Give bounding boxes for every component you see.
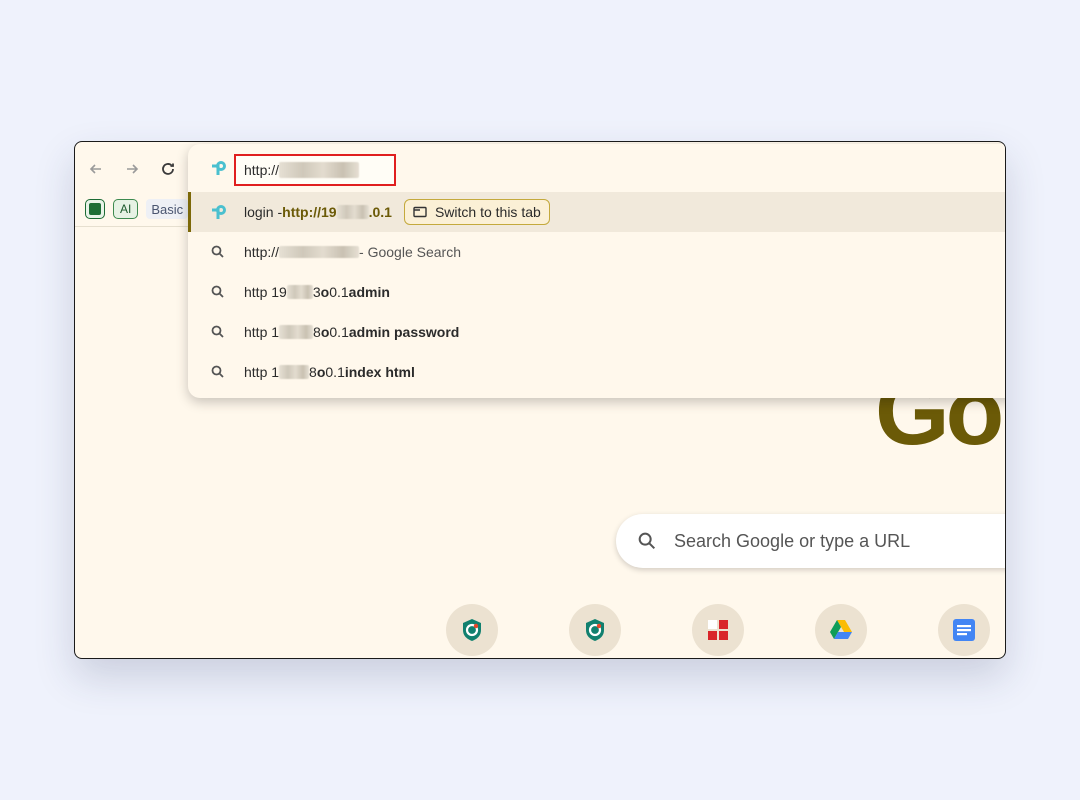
suggestion-text: http 1 [244,364,280,380]
suggestion-bold: admin password [348,324,460,340]
search-suggestion-icon [208,242,228,262]
suggestion-title: login - [244,204,283,220]
arrow-left-icon [89,164,101,174]
google-drive-icon [830,620,852,639]
forward-button[interactable] [119,156,145,182]
suggestion-row[interactable]: http:// - Google Search [188,232,1005,272]
tp-link-favicon [208,158,228,178]
omnibox-dropdown: http:// login - http://19 .0.1 Switch to… [188,144,1005,398]
tp-link-icon [212,205,226,219]
switch-to-tab-button[interactable]: Switch to this tab [403,199,550,225]
redacted-text [279,325,314,339]
redacted-text [279,162,360,178]
shortcut-tile[interactable] [938,604,990,656]
reload-icon [162,163,174,175]
shortcuts-row [75,604,1005,658]
redacted-text [336,205,369,219]
suggestion-text: http 1 [244,324,280,340]
selected-indicator [188,192,191,232]
red-grid-icon [708,620,728,640]
suggestion-url: http://19 [282,204,337,220]
search-suggestion-icon [208,282,228,302]
suggestion-tail: 0.1 [325,364,345,380]
redacted-text [279,246,360,258]
bookmark-green-square[interactable] [85,199,105,219]
suggestion-mid: 8 [309,364,317,380]
suggestion-mid: 3 [312,284,321,300]
suggestion-mid: 8 [313,324,321,340]
redacted-text [279,365,310,379]
url-input[interactable]: http:// [234,154,396,186]
search-icon [211,325,224,338]
switch-to-tab-label: Switch to this tab [434,204,541,220]
suggestion-row[interactable]: http 1 8 o 0.1 index html [188,352,1005,392]
arrow-right-icon [127,164,139,174]
bookmark-basic[interactable]: Basic [146,199,189,219]
suggestion-bold: index html [344,364,415,380]
redacted-text [286,285,313,299]
tab-icon [413,206,427,218]
bookmark-ai[interactable]: AI [113,199,139,219]
suggestion-o: o [316,364,326,380]
suggestion-row[interactable]: login - http://19 .0.1 Switch to this ta… [188,192,1005,232]
shortcut-tile[interactable] [815,604,867,656]
suggestion-tail: 0.1 [329,284,349,300]
tp-link-icon [212,161,226,175]
bookmarks-bar: AI Basic [85,198,189,220]
omnibox-input-row[interactable]: http:// [188,148,1005,188]
search-suggestion-icon [208,362,228,382]
suggestion-text: http 19 [244,284,287,300]
shortcut-tile[interactable] [569,604,621,656]
google-docs-icon [953,619,975,641]
search-suggestion-icon [208,322,228,342]
toolbar-divider [75,226,195,227]
shortcut-tile[interactable] [692,604,744,656]
browser-window: AI Basic Go Search Google or type a URL [74,141,1006,659]
reload-button[interactable] [155,156,181,182]
green-square-icon [89,203,101,215]
vpn-shield-icon [463,619,481,641]
search-placeholder: Search Google or type a URL [674,530,911,551]
url-input-text: http:// [244,162,280,178]
suggestion-url-tail: .0.1 [368,204,392,220]
suggestion-text: http:// [244,244,280,260]
suggestion-o: o [320,284,330,300]
shortcut-tile[interactable] [446,604,498,656]
vpn-shield-icon [586,619,604,641]
search-icon [211,365,224,378]
suggestion-bold: admin [348,284,390,300]
suggestion-suffix: - Google Search [359,244,461,260]
suggestion-tail: 0.1 [329,324,349,340]
tp-link-favicon [208,202,228,222]
search-icon [211,285,224,298]
back-button[interactable] [83,156,109,182]
suggestion-row[interactable]: http 1 8 o 0.1 admin password [188,312,1005,352]
search-icon [211,245,224,258]
search-icon [638,532,656,550]
suggestion-o: o [320,324,330,340]
suggestion-row[interactable]: http 19 3 o 0.1 admin [188,272,1005,312]
ntp-search-box[interactable]: Search Google or type a URL [616,514,1005,568]
